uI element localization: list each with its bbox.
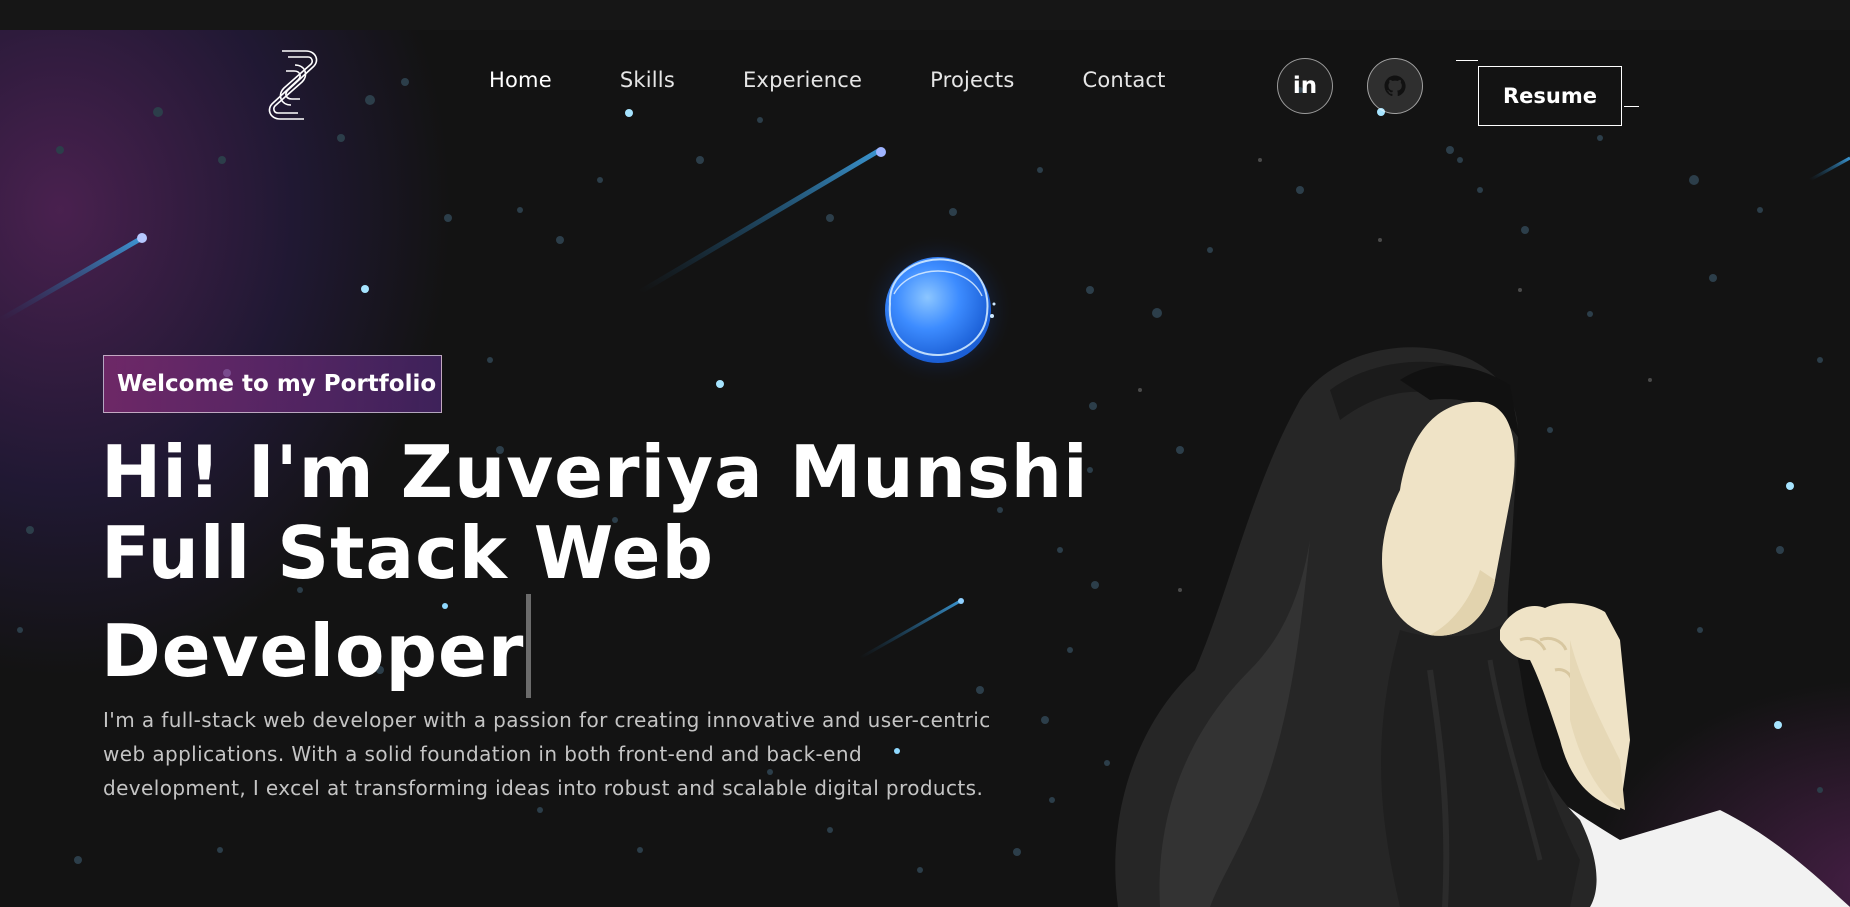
- nav-projects-link[interactable]: Projects: [930, 68, 1014, 92]
- nav-experience-link[interactable]: Experience: [743, 68, 862, 92]
- headline-role-word: Developer: [101, 609, 525, 693]
- nav-contact-link[interactable]: Contact: [1082, 68, 1165, 92]
- headline-role-line: Full Stack Web: [101, 511, 714, 595]
- typing-cursor: [526, 594, 532, 698]
- github-icon: [1384, 75, 1406, 97]
- github-button[interactable]: [1367, 58, 1423, 114]
- main-navigation: Home Skills Experience Projects Contact: [489, 68, 1234, 92]
- linkedin-icon: in: [1292, 73, 1318, 99]
- resume-button-decoration: [1624, 106, 1639, 107]
- nav-skills-link[interactable]: Skills: [620, 68, 675, 92]
- browser-top-strip: [0, 0, 1850, 30]
- hero-intro-paragraph: I'm a full-stack web developer with a pa…: [103, 708, 991, 800]
- headline-role-line-2: Developer: [101, 594, 1031, 698]
- resume-button-decoration: [1456, 60, 1478, 61]
- resume-button[interactable]: Resume: [1478, 66, 1622, 126]
- logo-icon[interactable]: [262, 47, 324, 123]
- linkedin-button[interactable]: in: [1277, 58, 1333, 114]
- headline-name-line: Hi! I'm Zuveriya Munshi: [101, 430, 1089, 514]
- nav-home-link[interactable]: Home: [489, 68, 552, 92]
- welcome-badge-text: Welcome to my Portfolio: [117, 371, 437, 397]
- welcome-badge: Welcome to my Portfolio: [103, 355, 442, 413]
- planet-orb-icon: [864, 236, 1012, 384]
- hero-headline: Hi! I'm Zuveriya Munshi Full Stack Web D…: [101, 430, 1089, 698]
- hijab-character-illustration: [1115, 347, 1850, 907]
